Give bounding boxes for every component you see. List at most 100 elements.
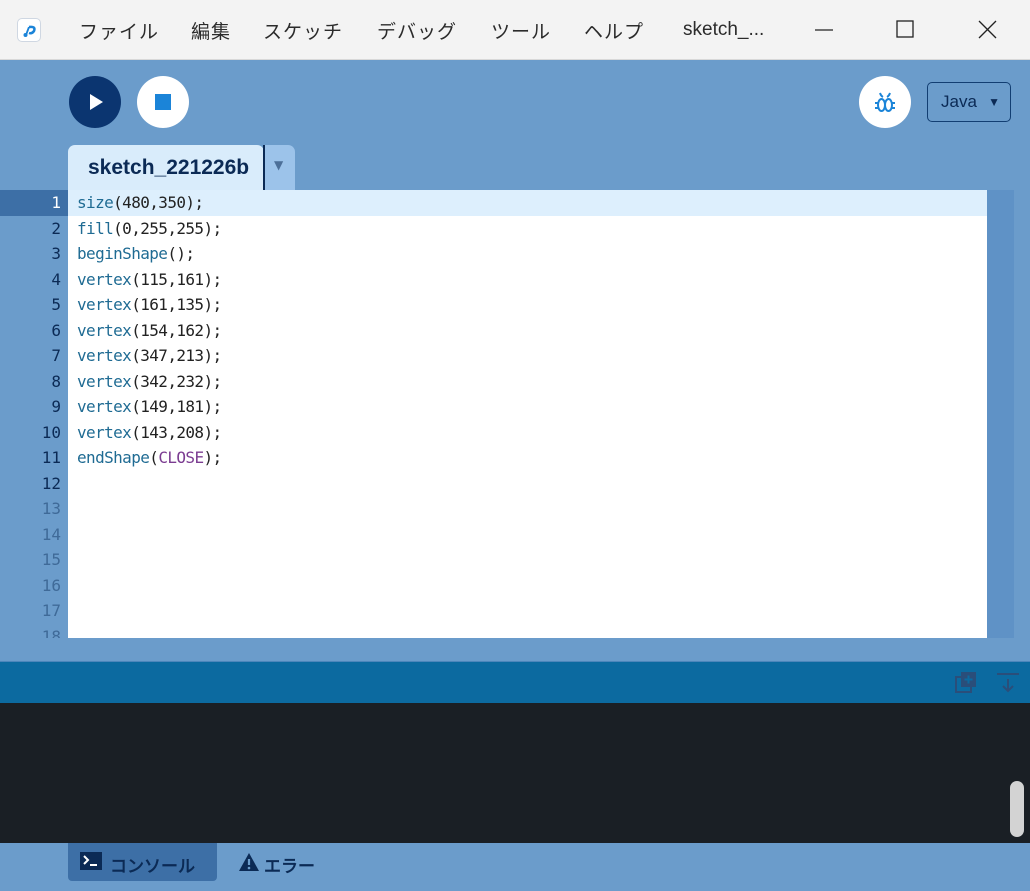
copy-add-icon [955,672,976,693]
code-arguments: (161,135); [131,295,222,314]
collapse-down-icon [997,673,1019,693]
code-function-name: beginShape [77,244,168,263]
code-function-name: vertex [77,269,132,289]
menu-sketch[interactable]: スケッチ [263,17,343,44]
code-line: vertex(115,161); [77,267,222,292]
run-button[interactable] [69,76,121,128]
stop-button[interactable] [137,76,189,128]
code-arguments: (480,350); [113,193,204,212]
line-number: 7 [51,346,61,365]
line-number: 5 [51,295,61,314]
close-button[interactable] [967,14,1007,46]
title-bar: ファイル 編集 スケッチ デバッグ ツール ヘルプ sketch_... [0,0,1030,60]
code-line: vertex(161,135); [77,292,222,317]
footer-bar: コンソール エラー [0,843,1030,891]
code-line: vertex(143,208); [77,420,222,445]
console-scrollbar[interactable] [1007,703,1030,843]
editor-scrollbar[interactable] [987,190,1014,638]
code-arguments: (); [167,244,195,263]
play-icon [90,94,103,110]
line-number: 18 [41,626,61,639]
code-function-name: vertex [77,320,132,340]
code-editor[interactable]: size(480,350); fill(0,255,255); beginShape… [68,190,987,638]
code-punctuation: ); [203,448,222,467]
code-function-name: vertex [77,371,132,391]
code-arguments: (154,162); [131,320,222,340]
line-number: 6 [51,320,61,340]
chevron-down-icon: ▼ [274,158,284,172]
code-function-name: endShape [77,448,150,467]
line-number: 2 [51,218,61,238]
code-arguments: (115,161); [131,269,222,289]
window-title: sketch_... [683,19,765,40]
mode-label: Java [941,92,977,111]
menu-tools[interactable]: ツール [491,17,551,44]
code-line: endShape(CLOSE); [77,445,222,470]
line-number: 16 [41,575,61,595]
line-number: 12 [41,473,61,493]
code-punctuation: ( [149,448,159,467]
code-function-name: vertex [77,422,132,442]
maximize-button[interactable] [885,14,925,46]
debugger-icon [875,92,895,112]
line-number: 4 [51,269,61,289]
code-function-name: fill [77,218,114,238]
stop-icon [155,94,171,110]
console-scrollbar-thumb[interactable] [1010,781,1024,837]
copy-console-button[interactable] [953,670,979,696]
console-header [0,661,1030,703]
tab-sketch[interactable]: sketch_221226b [68,145,264,190]
code-line: fill(0,255,255); [77,216,222,241]
menu-edit[interactable]: 編集 [191,17,231,44]
line-number: 1 [51,193,61,212]
errors-tab-label: エラー [264,857,315,877]
code-constant: CLOSE [158,448,204,467]
processing-logo-icon [17,18,41,42]
collapse-console-button[interactable] [995,670,1021,696]
mode-selector[interactable]: Java ▼ [927,82,1011,122]
line-number: 3 [51,244,61,263]
line-number: 14 [41,524,61,544]
line-number: 9 [51,397,61,416]
code-function-name: vertex [77,397,132,416]
chevron-down-icon: ▼ [988,95,1000,109]
line-number: 10 [41,422,61,442]
menu-debug[interactable]: デバッグ [377,17,457,44]
code-function-name: vertex [77,295,132,314]
minimize-button[interactable] [804,14,844,46]
editor-status-strip [0,638,1014,660]
line-number: 11 [41,448,61,467]
code-arguments: (143,208); [131,422,222,442]
debugger-button[interactable] [859,76,911,128]
code-arguments: (342,232); [131,371,222,391]
code-line: vertex(342,232); [77,369,222,394]
menu-help[interactable]: ヘルプ [584,17,644,44]
console-tab-label: コンソール [110,857,195,877]
line-number: 15 [41,550,61,569]
terminal-icon [80,852,102,870]
code-arguments: (347,213); [131,346,222,365]
code-function-name: size [77,193,114,212]
tab-console[interactable]: コンソール [68,843,217,881]
close-icon [978,20,997,39]
code-line: size(480,350); [77,190,204,215]
code-line: vertex(347,213); [77,343,222,368]
line-number-gutter: 1 2 3 4 5 6 7 8 9 10 11 12 13 14 15 16 17 18 [0,190,68,638]
current-line-highlight [68,190,987,216]
code-function-name: vertex [77,346,132,365]
tab-menu-button[interactable]: ▼ [263,145,295,190]
menu-file[interactable]: ファイル [79,17,159,44]
code-arguments: (0,255,255); [113,218,222,238]
code-line: vertex(149,181); [77,394,222,419]
maximize-icon [896,20,914,38]
console-output[interactable] [0,703,1007,843]
tab-label: sketch_221226b [88,156,250,179]
code-line: vertex(154,162); [77,318,222,343]
code-line: beginShape(); [77,241,195,266]
line-number: 17 [41,601,61,620]
line-number: 13 [41,499,61,518]
tab-errors[interactable]: エラー [226,843,336,881]
code-arguments: (149,181); [131,397,222,416]
line-number: 8 [51,371,61,391]
minimize-icon [815,29,833,31]
